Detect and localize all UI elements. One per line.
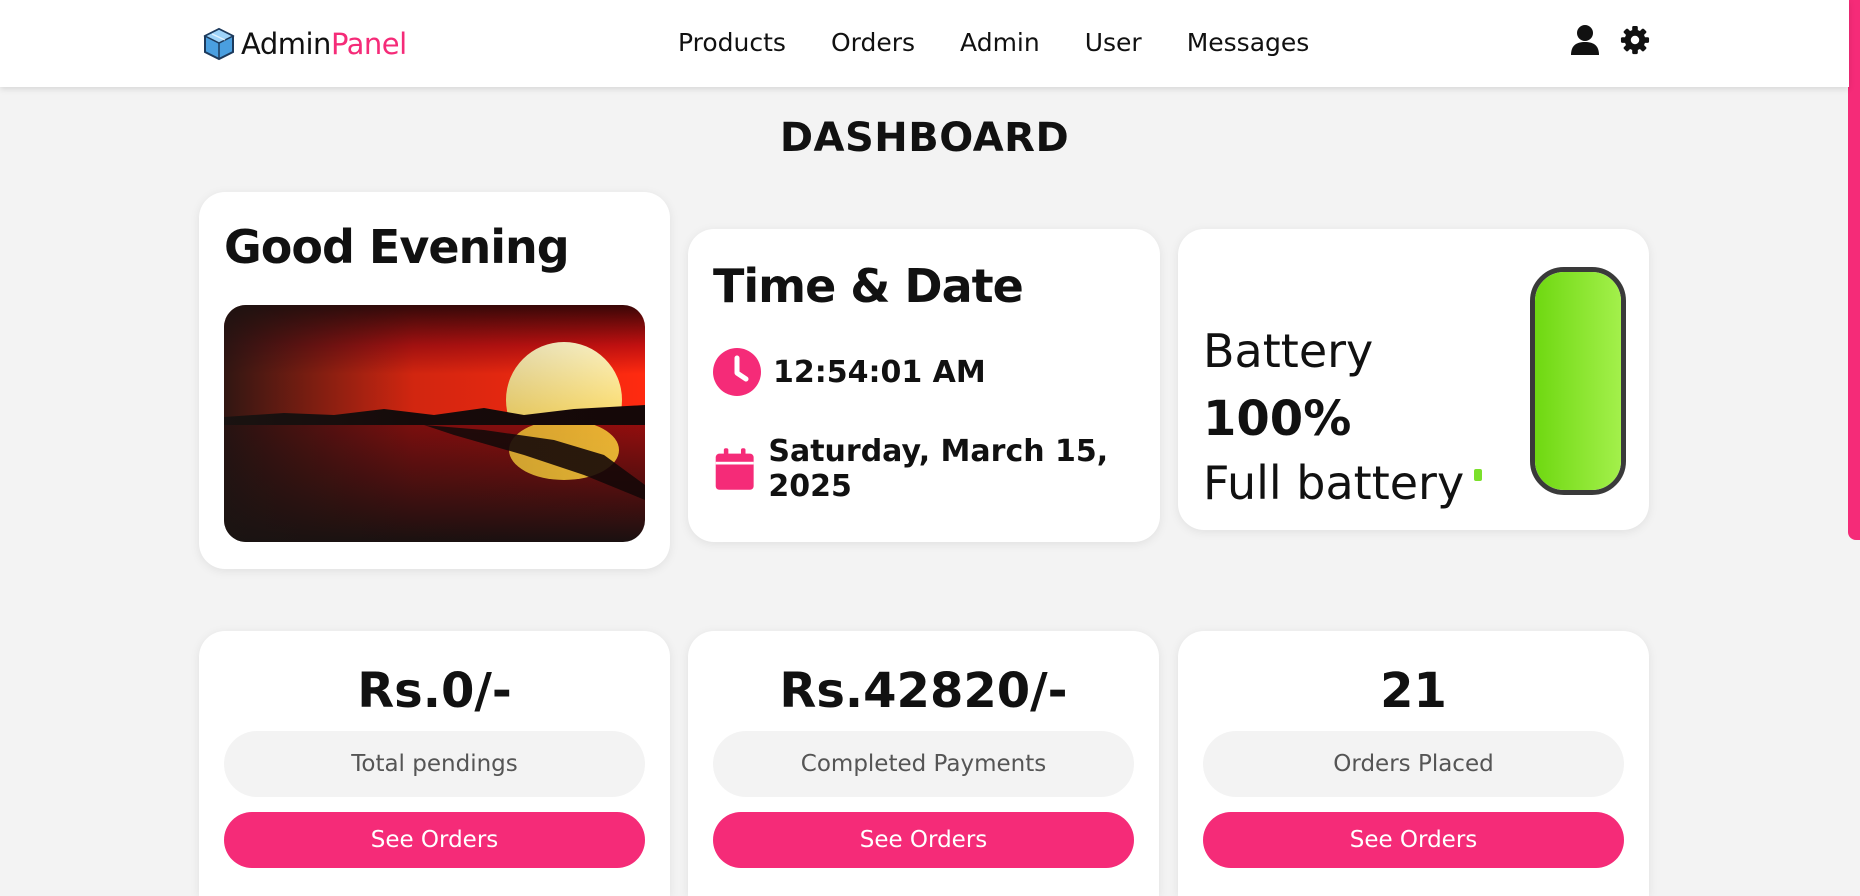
battery-label: Battery <box>1203 324 1374 378</box>
time-date-card: Time & Date 12:54:01 AM Saturday, March … <box>688 229 1160 542</box>
nav-user[interactable]: User <box>1085 26 1142 60</box>
sunset-image <box>224 305 645 542</box>
main-nav: Products Orders Admin User Messages <box>678 26 1354 60</box>
stat-value: Rs.42820/- <box>779 663 1068 719</box>
cube-logo-icon <box>203 27 235 61</box>
current-time: 12:54:01 AM <box>773 354 986 390</box>
time-row: 12:54:01 AM <box>713 347 986 397</box>
current-date: Saturday, March 15, 2025 <box>768 434 1109 504</box>
battery-card: Battery 100% Full battery <box>1178 229 1649 530</box>
user-icon[interactable] <box>1570 24 1600 56</box>
battery-gauge-fill <box>1535 272 1621 490</box>
nav-messages[interactable]: Messages <box>1187 26 1310 60</box>
page-title: DASHBOARD <box>779 115 1070 161</box>
top-navbar: AdminPanel Products Orders Admin User Me… <box>0 0 1849 87</box>
header-icons <box>1570 24 1650 56</box>
clock-icon <box>713 348 761 396</box>
battery-status-text: Full battery <box>1203 456 1465 510</box>
nav-products[interactable]: Products <box>678 26 786 60</box>
battery-status: Full battery <box>1203 451 1483 515</box>
nav-orders[interactable]: Orders <box>831 26 915 60</box>
brand-name: AdminPanel <box>241 27 407 61</box>
date-row: Saturday, March 15, 2025 <box>713 434 1160 504</box>
gear-icon[interactable] <box>1620 24 1650 56</box>
nav-admin[interactable]: Admin <box>960 26 1040 60</box>
stat-card-total-pendings: Rs.0/- Total pendings See Orders <box>199 631 670 896</box>
brand-name-part1: Admin <box>241 27 331 61</box>
battery-percent: 100% <box>1203 391 1352 447</box>
stat-label: Completed Payments <box>713 731 1134 797</box>
stat-value: Rs.0/- <box>357 663 512 719</box>
see-orders-button[interactable]: See Orders <box>1203 812 1624 868</box>
see-orders-button[interactable]: See Orders <box>713 812 1134 868</box>
scrollbar-accent[interactable] <box>1848 0 1860 540</box>
stat-label: Total pendings <box>224 731 645 797</box>
stat-label: Orders Placed <box>1203 731 1624 797</box>
calendar-icon <box>715 448 754 490</box>
stat-value: 21 <box>1380 663 1447 719</box>
stat-card-orders-placed: 21 Orders Placed See Orders <box>1178 631 1649 896</box>
battery-status-indicator-icon <box>1474 469 1483 481</box>
brand-logo[interactable]: AdminPanel <box>201 26 407 62</box>
greeting-title: Good Evening <box>224 220 570 274</box>
time-date-title: Time & Date <box>713 259 1024 313</box>
battery-gauge <box>1530 267 1626 495</box>
greeting-card: Good Evening <box>199 192 670 569</box>
stat-card-completed-payments: Rs.42820/- Completed Payments See Orders <box>688 631 1159 896</box>
brand-name-part2: Panel <box>330 27 407 61</box>
see-orders-button[interactable]: See Orders <box>224 812 645 868</box>
